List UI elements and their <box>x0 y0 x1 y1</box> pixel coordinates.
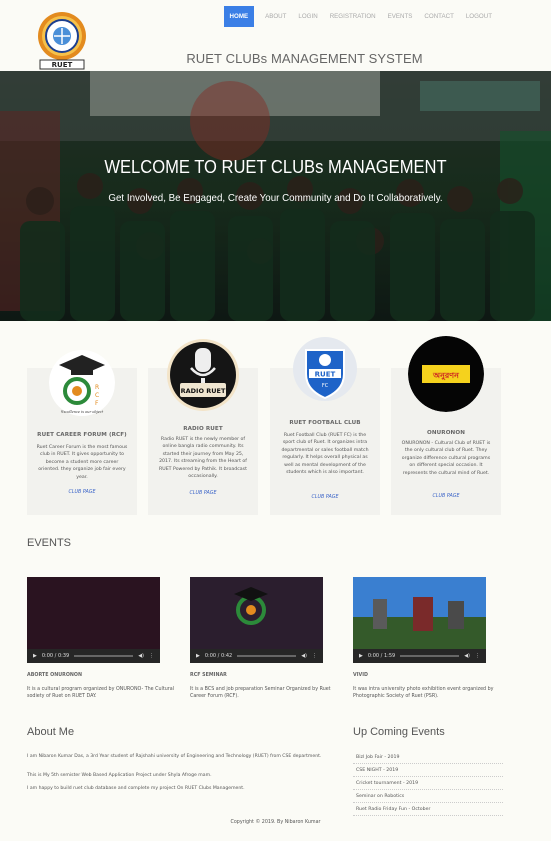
event-desc: It was intra university photo exhibition… <box>353 687 494 699</box>
main-nav: HOME ABOUT LOGIN REGISTRATION EVENTS CON… <box>223 6 493 27</box>
fc-logo-text: RUET <box>315 371 336 379</box>
radio-ruet-logo: RADIO RUET <box>167 339 239 411</box>
club-page-link[interactable]: CLUB PAGE <box>148 491 258 496</box>
upcoming-heading: Up Coming Events <box>353 726 445 738</box>
club-desc: Ruet Career Forum is the most famous clu… <box>36 445 128 480</box>
volume-icon[interactable]: ◀) <box>464 653 470 659</box>
upcoming-item[interactable]: Ruet Radio Friday Fun - October <box>353 803 503 816</box>
club-page-link[interactable]: CLUB PAGE <box>270 495 380 500</box>
nav-contact[interactable]: CONTACT <box>423 7 454 26</box>
event-title: ABORTE ONURONON <box>27 673 83 678</box>
more-icon[interactable]: ⋮ <box>149 653 154 659</box>
event-desc: It is a cultural program organized by ON… <box>27 687 175 699</box>
onuronon-logo: অনুরণন <box>408 336 484 412</box>
video-progress[interactable] <box>400 655 460 657</box>
vivid-video-frame <box>353 577 486 649</box>
video-progress[interactable] <box>237 655 297 657</box>
footer-copyright: Copyright © 2019. By Nibaron Kumar <box>230 820 321 825</box>
upcoming-item[interactable]: CSE NIGHT - 2019 <box>353 764 503 777</box>
nav-home[interactable]: HOME <box>223 6 255 27</box>
football-icon <box>319 354 331 366</box>
club-page-link[interactable]: CLUB PAGE <box>391 494 501 499</box>
rcf-tagline: Excellence is our object <box>60 410 104 414</box>
event-desc: It is a BCS and job preparation Seminar … <box>190 687 331 699</box>
club-desc: Radio RUET is the newly member of online… <box>159 437 247 480</box>
rcf-video-frame <box>234 587 268 625</box>
svg-text:C: C <box>95 392 99 399</box>
nav-events[interactable]: EVENTS <box>387 7 414 26</box>
more-icon[interactable]: ⋮ <box>475 653 480 659</box>
video-time: 0:00 / 0:42 <box>204 653 233 659</box>
video-controls: ▶ 0:00 / 0:39 ◀) ⋮ <box>27 649 160 663</box>
club-name: ONURONON <box>427 430 465 436</box>
upcoming-item[interactable]: Bizl Job Fair - 2019 <box>353 751 503 764</box>
about-heading: About Me <box>27 726 75 738</box>
video-time: 0:00 / 1:59 <box>367 653 396 659</box>
hero-banner: WELCOME TO RUET CLUBs MANAGEMENT Get Inv… <box>0 71 551 321</box>
radio-logo-text: RADIO RUET <box>181 387 226 395</box>
video-progress[interactable] <box>74 655 134 657</box>
event-video-3[interactable]: ▶ 0:00 / 1:59 ◀) ⋮ <box>353 577 486 663</box>
event-video-1[interactable]: ▶ 0:00 / 0:39 ◀) ⋮ <box>27 577 160 663</box>
club-card-radio: RADIO RUET RADIO RUET Radio RUET is the … <box>148 339 258 515</box>
nav-login[interactable]: LOGIN <box>297 7 318 26</box>
club-desc: ONURONON - Cultural Club of RUET is the … <box>401 441 491 476</box>
club-desc: Ruet Football Club (RUET FC) is the spor… <box>281 433 369 476</box>
fc-logo-sub: FC <box>322 383 329 389</box>
club-card-onuronon: অনুরণন ONURONON ONURONON - Cultural Club… <box>391 336 501 515</box>
svg-text:R: R <box>95 384 99 391</box>
upcoming-list: Bizl Job Fair - 2019 CSE NIGHT - 2019 Cr… <box>353 751 503 816</box>
club-page-link[interactable]: CLUB PAGE <box>27 490 137 495</box>
more-icon[interactable]: ⋮ <box>312 653 317 659</box>
club-card-football: RUET FC RUET FOOTBALL CLUB Ruet Football… <box>270 337 380 515</box>
club-name: RUET FOOTBALL CLUB <box>289 420 361 426</box>
svg-text:F: F <box>95 400 99 407</box>
about-paragraph: I am Nibaron Kumar Das, a 3rd Year stude… <box>27 754 322 759</box>
about-paragraph: This is My 5th semister Web Based Applic… <box>27 773 212 778</box>
onuronon-logo-text: অনুরণন <box>432 371 460 381</box>
hero-subtitle: Get Involved, Be Engaged, Create Your Co… <box>108 192 443 204</box>
club-name: RUET CAREER FORUM (RCF) <box>37 432 127 438</box>
site-title: RUET CLUBs MANAGEMENT SYSTEM <box>186 51 423 66</box>
volume-icon[interactable]: ◀) <box>301 653 307 659</box>
nav-registration[interactable]: REGISTRATION <box>329 7 377 26</box>
club-card-rcf: R C F Excellence is our object RUET CARE… <box>27 350 137 515</box>
volume-icon[interactable]: ◀) <box>138 653 144 659</box>
event-title: VIVID <box>353 673 368 678</box>
events-heading: EVENTS <box>27 537 72 549</box>
hero-title: WELCOME TO RUET CLUBs MANAGEMENT <box>104 157 447 177</box>
upcoming-item[interactable]: Seminar on Robotics <box>353 790 503 803</box>
play-icon[interactable]: ▶ <box>359 653 363 659</box>
rcf-logo: R C F Excellence is our object <box>49 350 115 416</box>
event-title: RCF SEMINAR <box>190 673 227 678</box>
upcoming-item[interactable]: Cricket tournament - 2019 <box>353 777 503 790</box>
nav-about[interactable]: ABOUT <box>264 7 287 26</box>
about-paragraph: I am happy to build ruet club database a… <box>27 786 245 791</box>
club-name: RADIO RUET <box>183 426 223 432</box>
nav-logout[interactable]: LOGOUT <box>465 7 493 26</box>
video-time: 0:00 / 0:39 <box>41 653 70 659</box>
ruet-fc-logo: RUET FC <box>293 337 357 401</box>
video-controls: ▶ 0:00 / 0:42 ◀) ⋮ <box>190 649 323 663</box>
event-video-2[interactable]: ▶ 0:00 / 0:42 ◀) ⋮ <box>190 577 323 663</box>
play-icon[interactable]: ▶ <box>196 653 200 659</box>
video-controls: ▶ 0:00 / 1:59 ◀) ⋮ <box>353 649 486 663</box>
play-icon[interactable]: ▶ <box>33 653 37 659</box>
